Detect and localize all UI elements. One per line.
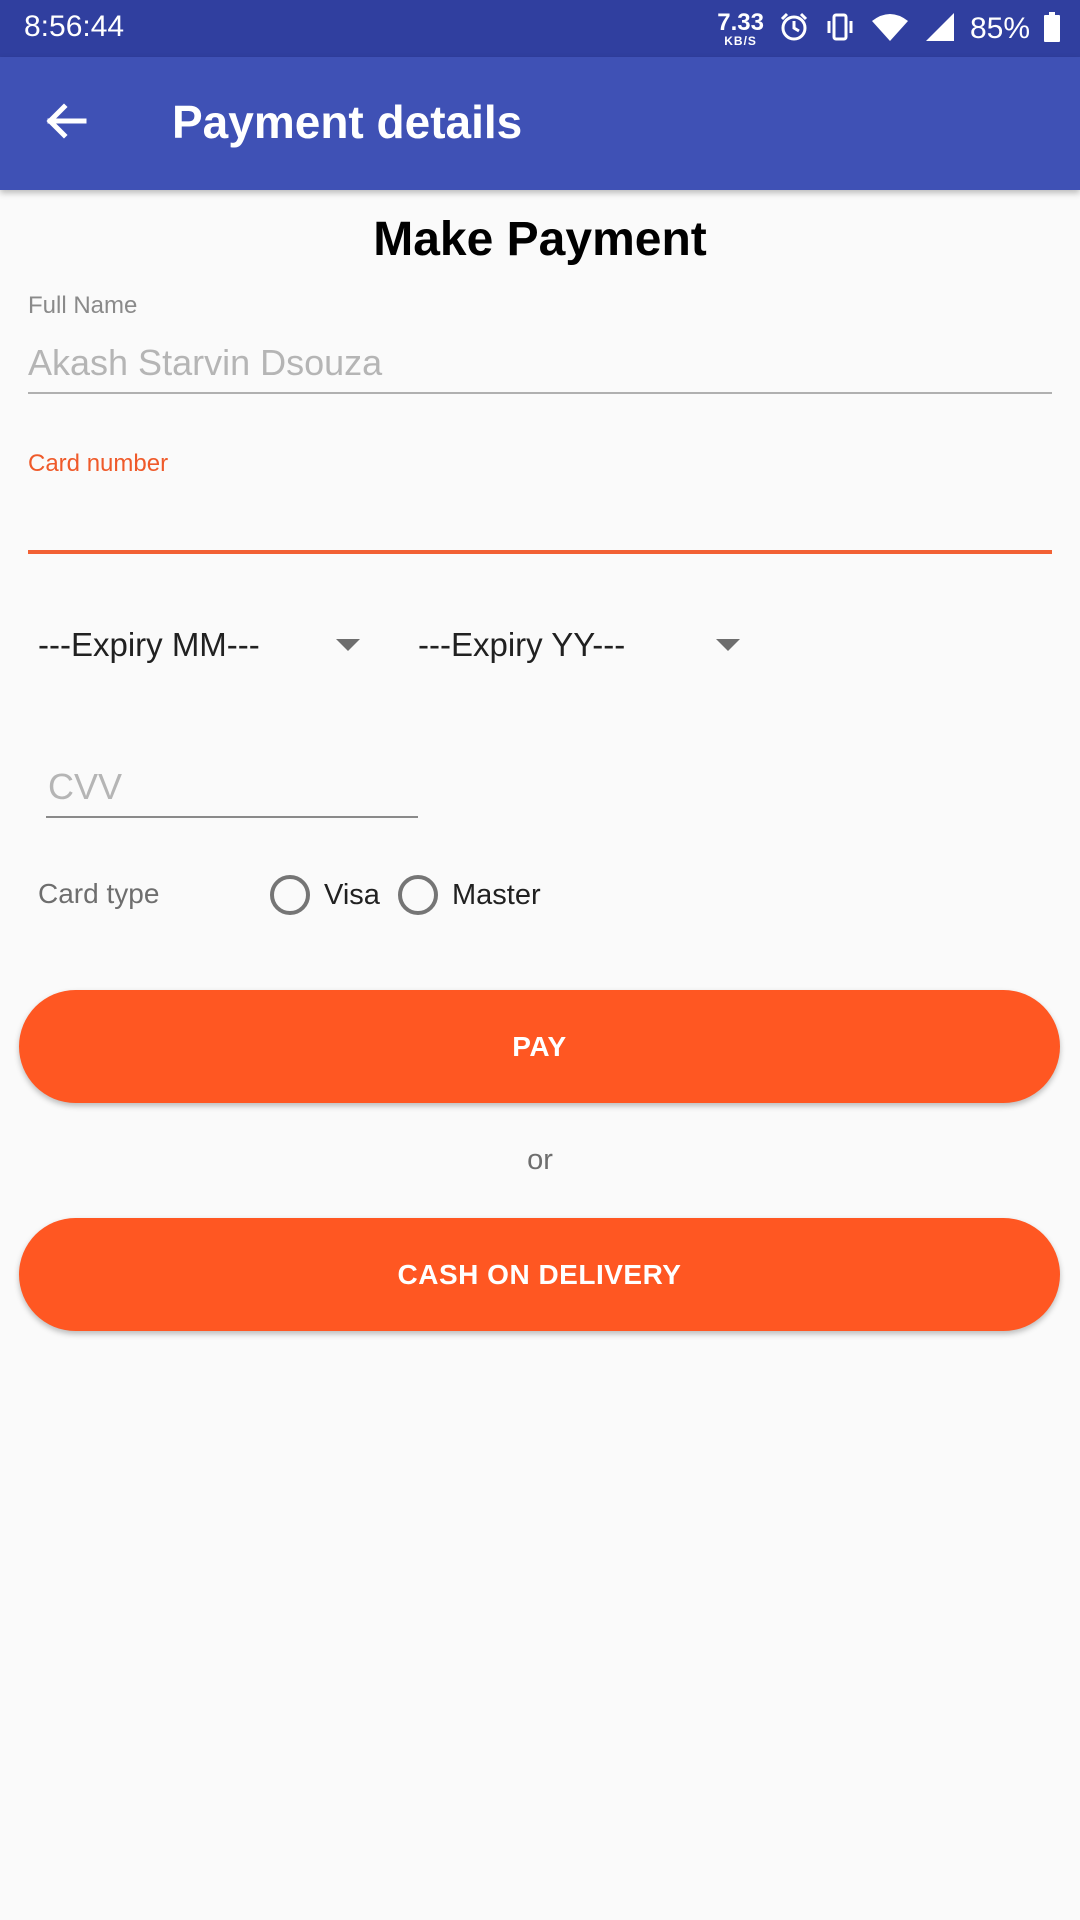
cvv-underline [46, 816, 418, 818]
expiry-year-dropdown[interactable]: ---Expiry YY--- [418, 612, 748, 678]
app-bar: Payment details [0, 57, 1080, 190]
status-time: 8:56:44 [24, 10, 125, 43]
visa-radio-label: Visa [324, 878, 380, 911]
cvv-input[interactable] [46, 758, 422, 816]
status-icons: 7.33 KB/S 85% [717, 6, 1060, 52]
master-radio[interactable]: Master [398, 870, 541, 920]
card-type-label: Card type [38, 878, 160, 909]
alarm-icon [778, 11, 810, 48]
status-bar: 8:56:44 7.33 KB/S 85% [0, 0, 1080, 57]
full-name-underline [28, 392, 1052, 394]
network-speed-value: 7.33 [717, 9, 764, 36]
cash-on-delivery-button[interactable]: CASH ON DELIVERY [19, 1218, 1060, 1331]
visa-radio[interactable]: Visa [270, 870, 380, 920]
back-button[interactable] [34, 91, 98, 155]
card-number-underline [28, 550, 1052, 554]
battery-icon [1044, 11, 1060, 47]
arrow-left-icon [44, 99, 88, 148]
dropdown-arrow-icon [716, 639, 740, 651]
card-number-label: Card number [28, 450, 169, 477]
expiry-month-value: ---Expiry MM--- [38, 626, 260, 663]
full-name-label: Full Name [28, 292, 138, 319]
vibrate-icon [824, 11, 856, 48]
pay-button[interactable]: PAY [19, 990, 1060, 1103]
battery-percent: 85% [969, 12, 1030, 45]
page-title: Payment details [172, 96, 523, 148]
network-speed-unit: KB/S [724, 34, 757, 48]
dropdown-arrow-icon [336, 639, 360, 651]
radio-unchecked-icon [398, 875, 438, 915]
form-heading: Make Payment [373, 213, 707, 266]
or-separator: or [527, 1144, 553, 1176]
expiry-month-dropdown[interactable]: ---Expiry MM--- [38, 612, 368, 678]
radio-unchecked-icon [270, 875, 310, 915]
wifi-icon [870, 11, 910, 48]
signal-icon [924, 11, 956, 48]
network-speed: 7.33 KB/S [717, 9, 764, 48]
expiry-year-value: ---Expiry YY--- [418, 626, 626, 663]
master-radio-label: Master [452, 878, 541, 911]
card-number-input[interactable] [28, 490, 1056, 548]
full-name-field[interactable]: Akash Starvin Dsouza [28, 342, 382, 384]
